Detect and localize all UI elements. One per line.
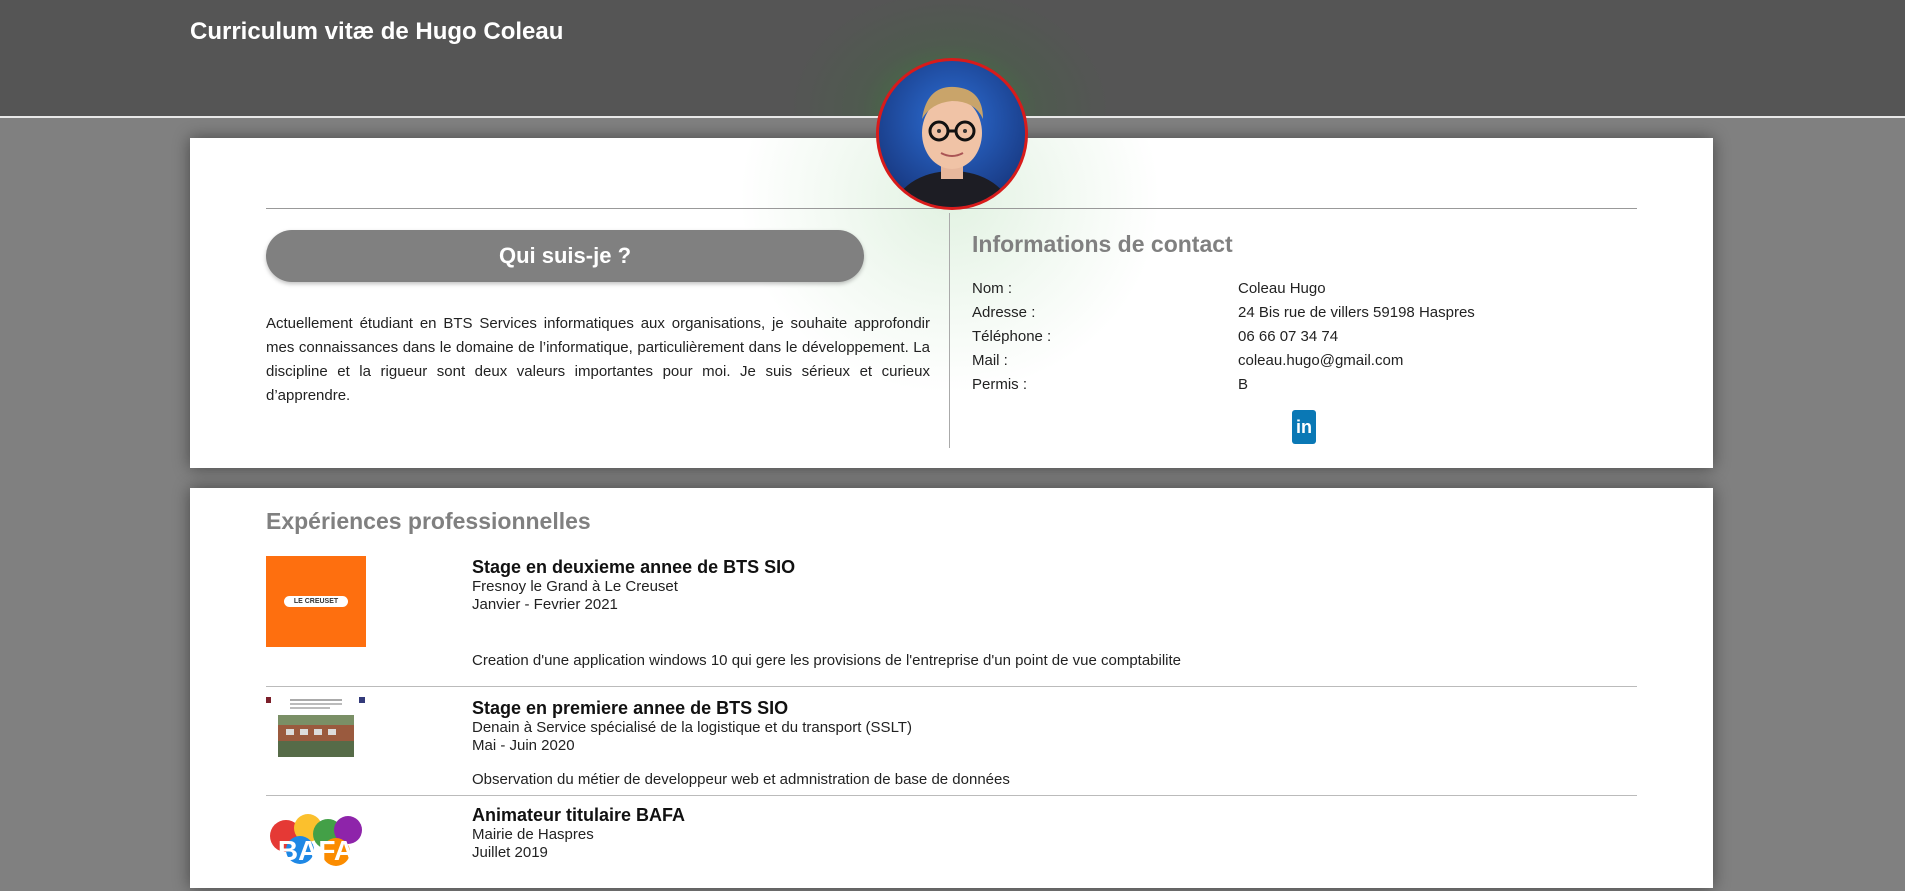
contact-heading: Informations de contact	[972, 231, 1233, 257]
column-divider	[949, 213, 950, 448]
contact-value: coleau.hugo@gmail.com	[1238, 352, 1404, 369]
experience-dates: Mai - Juin 2020	[472, 737, 575, 754]
experience-details: Stage en premiere annee de BTS SIO Denai…	[472, 697, 912, 755]
contact-value: 24 Bis rue de villers 59198 Haspres	[1238, 304, 1475, 321]
experience-dates: Janvier - Fevrier 2021	[472, 596, 618, 613]
contact-row-name: Nom : Coleau Hugo	[972, 280, 1572, 304]
experience-description: Observation du métier de developpeur web…	[472, 771, 1010, 788]
contact-list: Nom : Coleau Hugo Adresse : 24 Bis rue d…	[972, 280, 1572, 400]
experience-title: Animateur titulaire BAFA	[472, 805, 686, 825]
experience-heading: Expériences professionnelles	[266, 508, 591, 534]
experience-dates: Juillet 2019	[472, 844, 548, 861]
experience-title: Stage en deuxieme annee de BTS SIO	[472, 557, 796, 577]
about-text: Actuellement étudiant en BTS Services in…	[266, 315, 930, 404]
experience-details: Animateur titulaire BAFA Mairie de Haspr…	[472, 804, 685, 862]
contact-value: Coleau Hugo	[1238, 280, 1326, 297]
experience-title: Stage en premiere annee de BTS SIO	[472, 698, 789, 718]
avatar-portrait	[894, 86, 1010, 207]
svg-text:BAFA: BAFA	[278, 835, 354, 866]
experience-item: LE CREUSET Stage en deuxieme annee de BT…	[266, 556, 1637, 687]
le-creuset-logo: LE CREUSET	[266, 556, 366, 647]
contact-value: 06 66 07 34 74	[1238, 328, 1339, 345]
experience-description: Creation d'une application windows 10 qu…	[472, 652, 1182, 669]
linkedin-icon[interactable]: in	[1292, 410, 1316, 444]
contact-label: Mail :	[972, 352, 1008, 369]
experience-place: Mairie de Haspres	[472, 826, 594, 843]
contact-value: B	[1238, 376, 1249, 393]
contact-label: Téléphone :	[972, 328, 1052, 345]
experience-place: Denain à Service spécialisé de la logist…	[472, 719, 912, 736]
page-title: Curriculum vitæ de Hugo Coleau	[190, 18, 564, 45]
contact-label: Adresse :	[972, 304, 1036, 321]
avatar	[876, 58, 1028, 210]
contact-row-phone: Téléphone : 06 66 07 34 74	[972, 328, 1572, 352]
contact-row-license: Permis : B	[972, 376, 1572, 400]
contact-label: Nom :	[972, 280, 1013, 297]
experience-place: Fresnoy le Grand à Le Creuset	[472, 578, 678, 595]
about-heading: Qui suis-je ?	[266, 230, 864, 282]
sslt-logo	[266, 697, 366, 757]
experience-item: Stage en premiere annee de BTS SIO Denai…	[266, 687, 1637, 796]
experience-item: BAFA Animateur titulaire BAFA Mairie de …	[266, 796, 1637, 886]
contact-row-address: Adresse : 24 Bis rue de villers 59198 Ha…	[972, 304, 1572, 328]
contact-label: Permis :	[972, 376, 1028, 393]
bafa-logo: BAFA	[266, 806, 366, 886]
contact-row-mail: Mail : coleau.hugo@gmail.com	[972, 352, 1572, 376]
experience-card: Expériences professionnelles LE CREUSET …	[190, 488, 1713, 888]
experience-details: Stage en deuxieme annee de BTS SIO Fresn…	[472, 556, 795, 614]
